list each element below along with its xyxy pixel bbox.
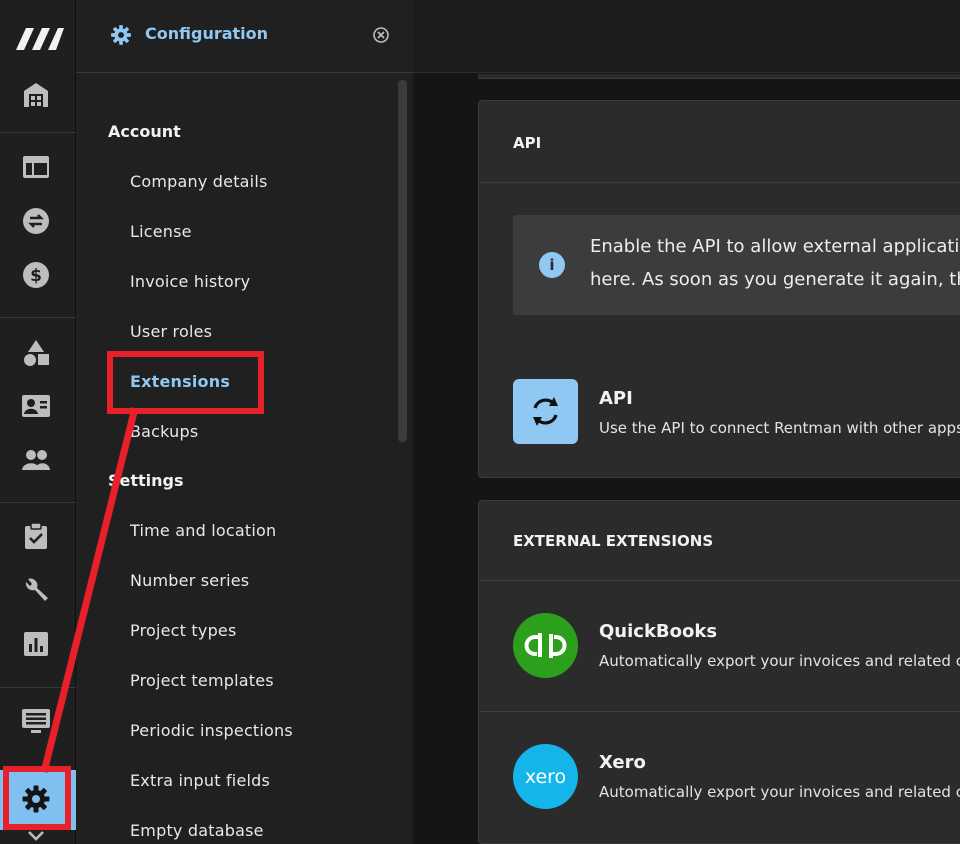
api-card: API i Enable the API to allow external a…: [478, 100, 960, 478]
api-info-line-2: here. As soon as you generate it again, …: [590, 269, 960, 290]
nav-item-license[interactable]: License: [130, 222, 192, 241]
chart-icon[interactable]: [18, 626, 54, 662]
svg-text:$: $: [30, 266, 42, 286]
close-icon[interactable]: [372, 26, 390, 48]
nav-item-project-types[interactable]: Project types: [130, 621, 237, 640]
svg-text:xero: xero: [525, 766, 566, 788]
api-sync-icon[interactable]: [513, 379, 578, 444]
external-extensions-card: EXTERNAL EXTENSIONS QuickBooks Automatic…: [478, 500, 960, 844]
table-icon[interactable]: [18, 149, 54, 185]
xero-name[interactable]: Xero: [599, 752, 646, 773]
api-info-line-1: Enable the API to allow external applica…: [590, 236, 960, 257]
annotation-box-extensions: [107, 351, 264, 414]
api-item-description: Use the API to connect Rentman with othe…: [599, 419, 960, 437]
previous-card-edge: [478, 74, 960, 79]
top-bar: [413, 0, 960, 73]
quickbooks-logo-icon[interactable]: [513, 613, 578, 678]
nav-item-number-series[interactable]: Number series: [130, 571, 249, 590]
api-item-name[interactable]: API: [599, 388, 633, 409]
wrench-icon[interactable]: [18, 572, 54, 608]
panel-scrollbar[interactable]: [398, 80, 407, 442]
main-content: API i Enable the API to allow external a…: [413, 74, 960, 844]
contact-card-icon[interactable]: [18, 388, 54, 424]
nav-item-backups[interactable]: Backups: [130, 422, 198, 441]
panel-title: Configuration: [145, 24, 269, 43]
nav-item-company-details[interactable]: Company details: [130, 172, 268, 191]
quickbooks-name[interactable]: QuickBooks: [599, 621, 717, 642]
warehouse-icon[interactable]: [18, 77, 54, 113]
people-icon[interactable]: [18, 442, 54, 478]
nav-item-user-roles[interactable]: User roles: [130, 322, 212, 341]
panel-header: Configuration: [76, 0, 413, 73]
shapes-icon[interactable]: [18, 335, 54, 371]
dollar-icon[interactable]: $: [18, 257, 54, 293]
clipboard-check-icon[interactable]: [18, 518, 54, 554]
external-extensions-title: EXTERNAL EXTENSIONS: [513, 532, 714, 550]
api-info-box: i Enable the API to allow external appli…: [513, 215, 960, 315]
nav-item-extra-input-fields[interactable]: Extra input fields: [130, 771, 270, 790]
logo-icon[interactable]: [8, 24, 64, 50]
api-card-title: API: [513, 134, 542, 152]
display-icon[interactable]: [18, 703, 54, 739]
configuration-panel: Configuration Account Company details Li…: [76, 0, 413, 844]
quickbooks-description: Automatically export your invoices and r…: [599, 652, 960, 670]
info-icon: i: [539, 252, 565, 278]
xero-description: Automatically export your invoices and r…: [599, 783, 960, 801]
xero-logo-icon[interactable]: xero: [513, 744, 578, 809]
transfer-icon[interactable]: [18, 203, 54, 239]
nav-item-periodic-inspections[interactable]: Periodic inspections: [130, 721, 293, 740]
nav-item-time-and-location[interactable]: Time and location: [130, 521, 276, 540]
nav-item-project-templates[interactable]: Project templates: [130, 671, 274, 690]
nav-item-invoice-history[interactable]: Invoice history: [130, 272, 250, 291]
annotation-box-settings: [3, 766, 71, 830]
configuration-gear-icon: [110, 24, 132, 50]
section-title-settings: Settings: [108, 471, 184, 490]
section-title-account: Account: [108, 122, 181, 141]
nav-item-empty-database[interactable]: Empty database: [130, 821, 264, 840]
icon-rail: $: [0, 0, 76, 844]
